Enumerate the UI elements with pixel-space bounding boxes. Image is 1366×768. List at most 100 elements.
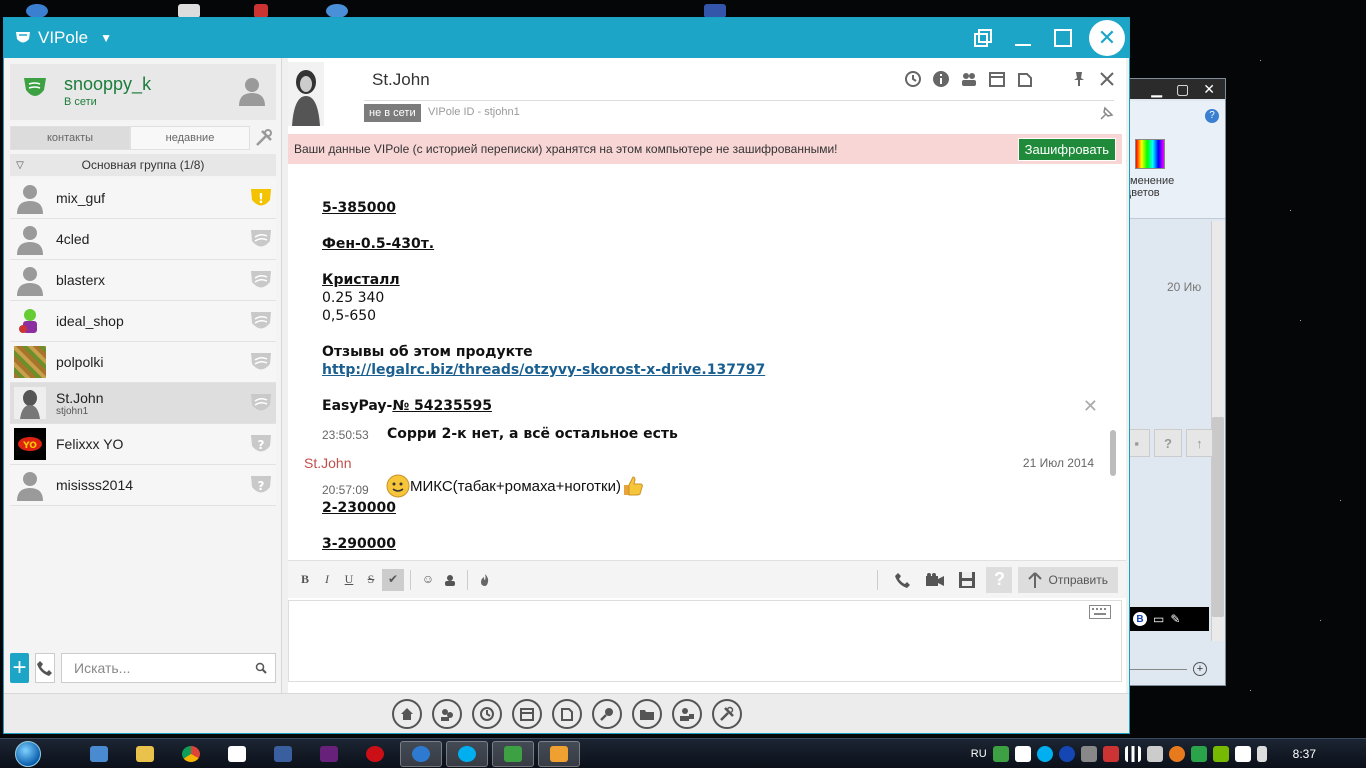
contact-photo-avatar[interactable] bbox=[288, 62, 324, 126]
add-contact-button[interactable]: + bbox=[10, 653, 29, 683]
settings-icon[interactable] bbox=[711, 698, 742, 729]
b-app-icon[interactable] bbox=[1014, 745, 1031, 762]
vipole-tray-icon[interactable] bbox=[992, 745, 1009, 762]
keyboard-icon[interactable] bbox=[1089, 605, 1111, 619]
titlebar[interactable]: VIPole ▼ ✕ bbox=[4, 18, 1129, 58]
security-icon[interactable] bbox=[1190, 745, 1207, 762]
note-icon[interactable] bbox=[1016, 70, 1034, 88]
taskbar-app-explorer[interactable] bbox=[124, 741, 166, 767]
search-input[interactable] bbox=[74, 660, 255, 676]
chevron-down-icon[interactable]: ▽ bbox=[10, 160, 30, 171]
taskbar-app-vs[interactable] bbox=[308, 741, 350, 767]
emoji-icon[interactable]: ☺ bbox=[417, 569, 439, 591]
taskbar-app-save[interactable] bbox=[262, 741, 304, 767]
history-icon[interactable] bbox=[904, 70, 922, 88]
battery-icon[interactable] bbox=[1256, 745, 1267, 762]
background-scroll-thumb[interactable] bbox=[1212, 417, 1224, 617]
send-file-button[interactable] bbox=[954, 567, 980, 593]
send-button[interactable]: Отправить bbox=[1018, 566, 1118, 593]
nvidia-icon[interactable] bbox=[1212, 745, 1229, 762]
tab-contacts[interactable]: контакты bbox=[10, 126, 130, 150]
color-palette-icon[interactable] bbox=[1135, 139, 1165, 169]
maximize-icon[interactable] bbox=[1043, 18, 1083, 58]
desktop-icon-2[interactable] bbox=[178, 4, 200, 18]
spellcheck-icon[interactable]: ✔ bbox=[382, 568, 404, 591]
b-app-icon[interactable]: B bbox=[1133, 612, 1147, 626]
settings-tools-icon[interactable] bbox=[254, 128, 274, 148]
arrow-up-icon[interactable]: ↑ bbox=[1185, 429, 1213, 457]
signal-icon[interactable] bbox=[1124, 745, 1141, 762]
clock[interactable]: 8:37 bbox=[1293, 747, 1316, 761]
zoom-in-icon[interactable]: + bbox=[1193, 662, 1207, 676]
contact-item[interactable]: ideal_shop bbox=[10, 301, 276, 342]
message-scrollbar[interactable] bbox=[1110, 430, 1116, 476]
contact-item[interactable]: misisss2014 ? bbox=[10, 465, 276, 506]
contact-item[interactable]: mix_guf ! bbox=[10, 178, 276, 219]
desktop-icon-4[interactable] bbox=[326, 4, 348, 18]
question-icon[interactable]: ? bbox=[1154, 429, 1182, 457]
italic-button[interactable]: I bbox=[316, 569, 338, 591]
flag-icon[interactable] bbox=[1234, 745, 1251, 762]
language-indicator[interactable]: RU bbox=[971, 748, 987, 760]
contact-item[interactable]: 4cled bbox=[10, 219, 276, 260]
marker-icon[interactable] bbox=[1098, 104, 1116, 122]
taskbar-app-vipole[interactable] bbox=[492, 740, 534, 767]
taskbar-app-chrome[interactable] bbox=[170, 741, 212, 767]
calendar-icon[interactable] bbox=[511, 698, 542, 729]
desktop-icon-5[interactable] bbox=[704, 4, 726, 18]
profile-card[interactable]: snooppy_k В сети bbox=[10, 64, 276, 120]
pin-icon[interactable] bbox=[1070, 70, 1088, 88]
call-button[interactable] bbox=[890, 567, 916, 593]
taskbar-app-opera[interactable] bbox=[354, 741, 396, 767]
contact-item[interactable]: blasterx bbox=[10, 260, 276, 301]
start-button[interactable] bbox=[8, 739, 48, 768]
question-icon[interactable]: ? bbox=[986, 566, 1013, 593]
encrypt-button[interactable]: Зашифровать bbox=[1017, 137, 1116, 161]
history-icon[interactable] bbox=[471, 698, 502, 729]
contact-item[interactable]: YO Felixxx YO ? bbox=[10, 424, 276, 465]
zoom-control[interactable]: + bbox=[1127, 659, 1217, 679]
profile-avatar-icon[interactable] bbox=[236, 74, 268, 106]
monitor-icon[interactable] bbox=[1080, 745, 1097, 762]
app-menu-chevron-down-icon[interactable]: ▼ bbox=[100, 31, 112, 45]
minimize-icon[interactable] bbox=[1003, 18, 1043, 58]
folder-icon[interactable] bbox=[631, 698, 662, 729]
close-icon[interactable]: ✕ bbox=[1089, 20, 1125, 56]
restore-icon[interactable] bbox=[963, 18, 1003, 58]
search-icon[interactable] bbox=[255, 662, 267, 674]
group-chat-icon[interactable] bbox=[960, 70, 978, 88]
taskbar-app-control-panel[interactable] bbox=[78, 741, 120, 767]
contact-share-icon[interactable] bbox=[439, 569, 461, 591]
home-icon[interactable] bbox=[391, 698, 422, 729]
minimize-icon[interactable]: ▁ bbox=[1151, 81, 1162, 98]
desktop-icon-1[interactable] bbox=[26, 4, 48, 18]
monitor-icon[interactable]: ▭ bbox=[1153, 612, 1164, 626]
tools-icon[interactable]: ✎ bbox=[1170, 612, 1180, 626]
taskbar-app-ie[interactable] bbox=[400, 740, 442, 767]
calendar-icon[interactable] bbox=[988, 70, 1006, 88]
tools-icon[interactable] bbox=[1102, 745, 1119, 762]
close-chat-icon[interactable] bbox=[1098, 70, 1116, 88]
taskbar-app-paint[interactable] bbox=[538, 740, 580, 767]
fire-icon[interactable] bbox=[474, 569, 496, 591]
message-link[interactable]: http://legalrc.biz/threads/otzyvy-skoros… bbox=[322, 362, 765, 378]
desktop-icon-3[interactable] bbox=[254, 4, 268, 18]
notes-icon[interactable] bbox=[551, 698, 582, 729]
help-icon[interactable]: ? bbox=[1205, 109, 1219, 123]
contact-item[interactable]: polpolki bbox=[10, 342, 276, 383]
video-call-button[interactable] bbox=[922, 567, 948, 593]
tab-recent[interactable]: недавние bbox=[130, 126, 250, 150]
key-icon[interactable] bbox=[591, 698, 622, 729]
maximize-icon[interactable]: ▢ bbox=[1176, 81, 1189, 98]
close-icon[interactable]: ✕ bbox=[1203, 81, 1215, 98]
volume-icon[interactable] bbox=[1146, 745, 1163, 762]
bold-button[interactable]: B bbox=[294, 569, 316, 591]
contacts-icon[interactable] bbox=[431, 698, 462, 729]
info-icon[interactable] bbox=[932, 70, 950, 88]
contact-group-header[interactable]: ▽ Основная группа (1/8) bbox=[10, 154, 276, 176]
close-icon[interactable]: ✕ bbox=[1083, 396, 1098, 417]
phone-button[interactable] bbox=[35, 653, 55, 683]
contact-item-selected[interactable]: St.John stjohn1 bbox=[10, 383, 276, 424]
taskbar-app-skype[interactable] bbox=[446, 740, 488, 767]
update-icon[interactable] bbox=[1168, 745, 1185, 762]
